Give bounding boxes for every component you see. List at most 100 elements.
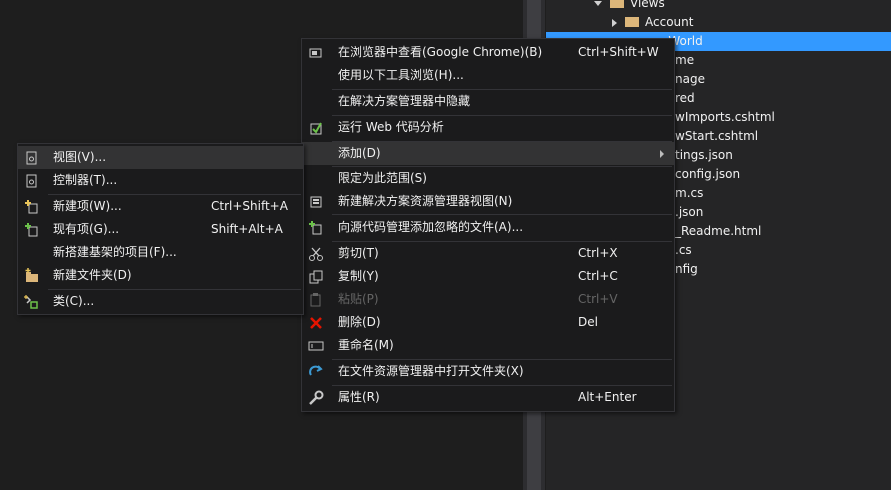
menu-item-new-explorer-view[interactable]: 新建解决方案资源管理器视图(N)	[302, 190, 674, 213]
menu-item-label: 属性(R)	[338, 390, 380, 404]
menu-item-label: 视图(V)...	[53, 150, 107, 164]
menu-item-label: 重命名(M)	[338, 338, 394, 352]
tree-item-label: tings.json	[675, 148, 733, 162]
class-icon	[24, 294, 40, 310]
menu-item-shortcut: Ctrl+X	[578, 246, 618, 260]
menu-item-cut[interactable]: 剪切(T) Ctrl+X	[302, 242, 674, 265]
tree-item-program[interactable]: m.cs	[675, 184, 703, 203]
code-analysis-icon	[308, 120, 324, 136]
refresh-arrow-icon	[308, 364, 324, 380]
menu-item-label: 复制(Y)	[338, 269, 379, 283]
menu-item-browse-with[interactable]: 使用以下工具浏览(H)...	[302, 64, 674, 87]
add-ignore-icon	[308, 220, 324, 236]
tree-item-viewimports[interactable]: wImports.cshtml	[675, 108, 775, 127]
menu-item-properties[interactable]: 属性(R) Alt+Enter	[302, 386, 674, 409]
menu-item-hide-in-explorer[interactable]: 在解决方案管理器中隐藏	[302, 90, 674, 113]
tree-item-project-json[interactable]: .json	[675, 203, 703, 222]
scissors-icon	[308, 246, 324, 262]
submenu-item-existing-item[interactable]: 现有项(G)... Shift+Alt+A	[18, 218, 303, 241]
menu-item-paste[interactable]: 粘贴(P) Ctrl+V	[302, 288, 674, 311]
folder-icon	[610, 0, 624, 8]
menu-item-label: 向源代码管理添加忽略的文件(A)...	[338, 220, 524, 234]
menu-item-label: 在浏览器中查看(Google Chrome)(B)	[338, 45, 543, 59]
tree-item-label: wImports.cshtml	[675, 110, 775, 124]
browser-icon	[308, 45, 324, 61]
tree-item-manage[interactable]: nage	[675, 70, 705, 89]
menu-item-shortcut: Ctrl+C	[578, 269, 618, 283]
tree-item-views[interactable]: Views	[594, 0, 665, 13]
tree-item-label: .cs	[675, 243, 692, 257]
menu-item-open-in-file-explorer[interactable]: 在文件资源管理器中打开文件夹(X)	[302, 360, 674, 383]
tree-item-readme[interactable]: _Readme.html	[675, 222, 761, 241]
menu-item-label: 运行 Web 代码分析	[338, 120, 444, 134]
existing-item-icon	[24, 222, 40, 238]
tree-item-label: nage	[675, 72, 705, 86]
tree-item-account[interactable]: Account	[612, 13, 693, 32]
menu-item-label: 限定为此范围(S)	[338, 171, 427, 185]
menu-item-add[interactable]: 添加(D)	[302, 142, 674, 165]
menu-item-scope-to-this[interactable]: 限定为此范围(S)	[302, 167, 674, 190]
submenu-item-view[interactable]: 视图(V)...	[18, 146, 303, 169]
menu-item-label: 添加(D)	[338, 146, 381, 160]
menu-item-run-code-analysis[interactable]: 运行 Web 代码分析	[302, 116, 674, 139]
tree-item-label: m.cs	[675, 186, 704, 200]
submenu-item-new-scaffolded-item[interactable]: 新搭建基架的项目(F)...	[18, 241, 303, 264]
menu-item-view-in-browser[interactable]: 在浏览器中查看(Google Chrome)(B) Ctrl+Shift+W	[302, 41, 674, 64]
tree-item-shared[interactable]: red	[675, 89, 695, 108]
menu-item-shortcut: Alt+Enter	[578, 390, 637, 404]
rename-icon	[308, 338, 324, 354]
controller-page-icon	[24, 173, 40, 189]
menu-item-label: 新建文件夹(D)	[53, 268, 132, 282]
menu-item-delete[interactable]: 删除(D) Del	[302, 311, 674, 334]
submenu-item-new-folder[interactable]: 新建文件夹(D)	[18, 264, 303, 287]
menu-item-shortcut: Del	[578, 315, 598, 329]
view-page-icon	[24, 150, 40, 166]
menu-item-label: 删除(D)	[338, 315, 381, 329]
menu-item-label: 控制器(T)...	[53, 173, 118, 187]
delete-x-icon	[308, 315, 324, 331]
submenu-item-class[interactable]: 类(C)...	[18, 290, 303, 313]
collapse-arrow-icon[interactable]	[612, 18, 617, 27]
menu-item-copy[interactable]: 复制(Y) Ctrl+C	[302, 265, 674, 288]
tree-item-label: .json	[675, 205, 704, 219]
tree-item-viewstart[interactable]: wStart.cshtml	[675, 127, 758, 146]
tree-item-label: Account	[645, 15, 694, 29]
menu-item-label: 剪切(T)	[338, 246, 379, 260]
folder-icon	[625, 16, 639, 27]
menu-item-add-ignored-file[interactable]: 向源代码管理添加忽略的文件(A)...	[302, 216, 674, 239]
copy-icon	[308, 269, 324, 285]
tree-item-label: _Readme.html	[675, 224, 762, 238]
tree-item-bundleconfig[interactable]: config.json	[675, 165, 740, 184]
menu-item-rename[interactable]: 重命名(M)	[302, 334, 674, 357]
new-view-icon	[308, 194, 324, 210]
menu-item-label: 在文件资源管理器中打开文件夹(X)	[338, 364, 524, 378]
tree-item-appsettings[interactable]: tings.json	[675, 146, 733, 165]
tree-item-label: red	[675, 91, 695, 105]
expand-arrow-icon[interactable]	[594, 1, 602, 6]
context-menu: 在浏览器中查看(Google Chrome)(B) Ctrl+Shift+W 使…	[301, 38, 675, 412]
menu-item-shortcut: Ctrl+Shift+W	[578, 45, 659, 59]
tree-item-home[interactable]: me	[675, 51, 694, 70]
new-folder-icon	[24, 268, 40, 284]
menu-item-label: 在解决方案管理器中隐藏	[338, 94, 471, 108]
tree-item-webconfig[interactable]: nfig	[675, 260, 698, 279]
menu-item-label: 现有项(G)...	[53, 222, 120, 236]
submenu-item-new-item[interactable]: 新建项(W)... Ctrl+Shift+A	[18, 195, 303, 218]
tree-item-label: nfig	[675, 262, 698, 276]
wrench-icon	[308, 390, 324, 406]
menu-item-label: 使用以下工具浏览(H)...	[338, 68, 464, 82]
tree-item-startup[interactable]: .cs	[675, 241, 692, 260]
menu-item-shortcut: Ctrl+V	[578, 292, 618, 306]
paste-icon	[308, 292, 324, 308]
menu-separator	[332, 214, 672, 215]
add-submenu: 视图(V)... 控制器(T)... 新建项(W)... Ctrl+Shift+…	[17, 143, 304, 315]
menu-item-label: 新建项(W)...	[53, 199, 122, 213]
menu-item-shortcut: Shift+Alt+A	[211, 222, 283, 236]
menu-item-shortcut: Ctrl+Shift+A	[211, 199, 288, 213]
new-item-icon	[24, 199, 40, 215]
menu-item-label: 新建解决方案资源管理器视图(N)	[338, 194, 513, 208]
tree-item-label: config.json	[675, 167, 741, 181]
submenu-item-controller[interactable]: 控制器(T)...	[18, 169, 303, 192]
menu-item-label: 新搭建基架的项目(F)...	[53, 245, 177, 259]
menu-item-label: 粘贴(P)	[338, 292, 379, 306]
